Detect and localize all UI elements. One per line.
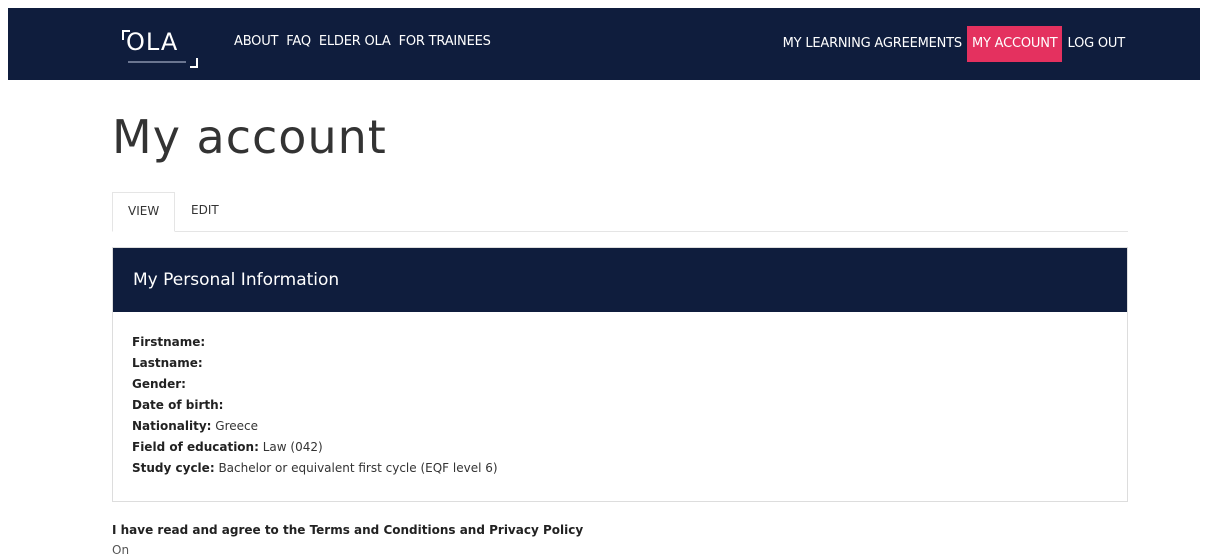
panel-heading: My Personal Information bbox=[113, 248, 1127, 312]
logo-bracket-bottom-right bbox=[190, 58, 198, 68]
field-nationality: Nationality: Greece bbox=[132, 416, 1127, 437]
logo-tagline-line bbox=[128, 61, 186, 63]
tab-edit[interactable]: EDIT bbox=[176, 192, 234, 231]
nav-about-link[interactable]: ABOUT bbox=[234, 34, 278, 49]
page-title: My account bbox=[112, 110, 387, 164]
field-label: Study cycle: bbox=[132, 461, 215, 475]
personal-information-panel: My Personal Information Firstname: Lastn… bbox=[112, 247, 1128, 502]
field-firstname: Firstname: bbox=[132, 332, 1127, 353]
account-tabs: VIEW EDIT bbox=[112, 192, 1128, 232]
logo-text: OLA bbox=[126, 28, 179, 56]
field-value: Law (042) bbox=[262, 440, 323, 454]
nav-my-learning-agreements-link[interactable]: MY LEARNING AGREEMENTS bbox=[778, 26, 967, 62]
field-value: Bachelor or equivalent first cycle (EQF … bbox=[218, 461, 498, 475]
field-label: Date of birth: bbox=[132, 398, 224, 412]
nav-faq-link[interactable]: FAQ bbox=[286, 34, 311, 49]
field-label: Lastname: bbox=[132, 356, 203, 370]
panel-body: Firstname: Lastname: Gender: Date of bir… bbox=[113, 312, 1127, 479]
nav-my-account-link[interactable]: MY ACCOUNT bbox=[966, 26, 1063, 62]
top-navbar: OLA ABOUT FAQ ELDER OLA FOR TRAINEES MY … bbox=[8, 8, 1200, 80]
nav-for-trainees-link[interactable]: FOR TRAINEES bbox=[399, 34, 491, 49]
field-label: Nationality: bbox=[132, 419, 212, 433]
field-date-of-birth: Date of birth: bbox=[132, 395, 1127, 416]
primary-nav: ABOUT FAQ ELDER OLA FOR TRAINEES bbox=[234, 34, 491, 49]
field-lastname: Lastname: bbox=[132, 353, 1127, 374]
field-value: Greece bbox=[215, 419, 259, 433]
account-nav: MY LEARNING AGREEMENTS MY ACCOUNT LOG OU… bbox=[778, 26, 1130, 62]
ola-logo[interactable]: OLA bbox=[118, 28, 200, 70]
tab-view[interactable]: VIEW bbox=[112, 192, 176, 232]
field-gender: Gender: bbox=[132, 374, 1127, 395]
terms-agreement: I have read and agree to the Terms and C… bbox=[112, 520, 583, 560]
terms-label: I have read and agree to the Terms and C… bbox=[112, 523, 584, 537]
nav-log-out-link[interactable]: LOG OUT bbox=[1062, 26, 1130, 62]
field-label: Gender: bbox=[132, 377, 186, 391]
field-label: Field of education: bbox=[132, 440, 259, 454]
terms-value: On bbox=[112, 543, 130, 557]
field-label: Firstname: bbox=[132, 335, 206, 349]
nav-elder-ola-link[interactable]: ELDER OLA bbox=[319, 34, 391, 49]
field-field-of-education: Field of education: Law (042) bbox=[132, 437, 1127, 458]
field-study-cycle: Study cycle: Bachelor or equivalent firs… bbox=[132, 458, 1127, 479]
